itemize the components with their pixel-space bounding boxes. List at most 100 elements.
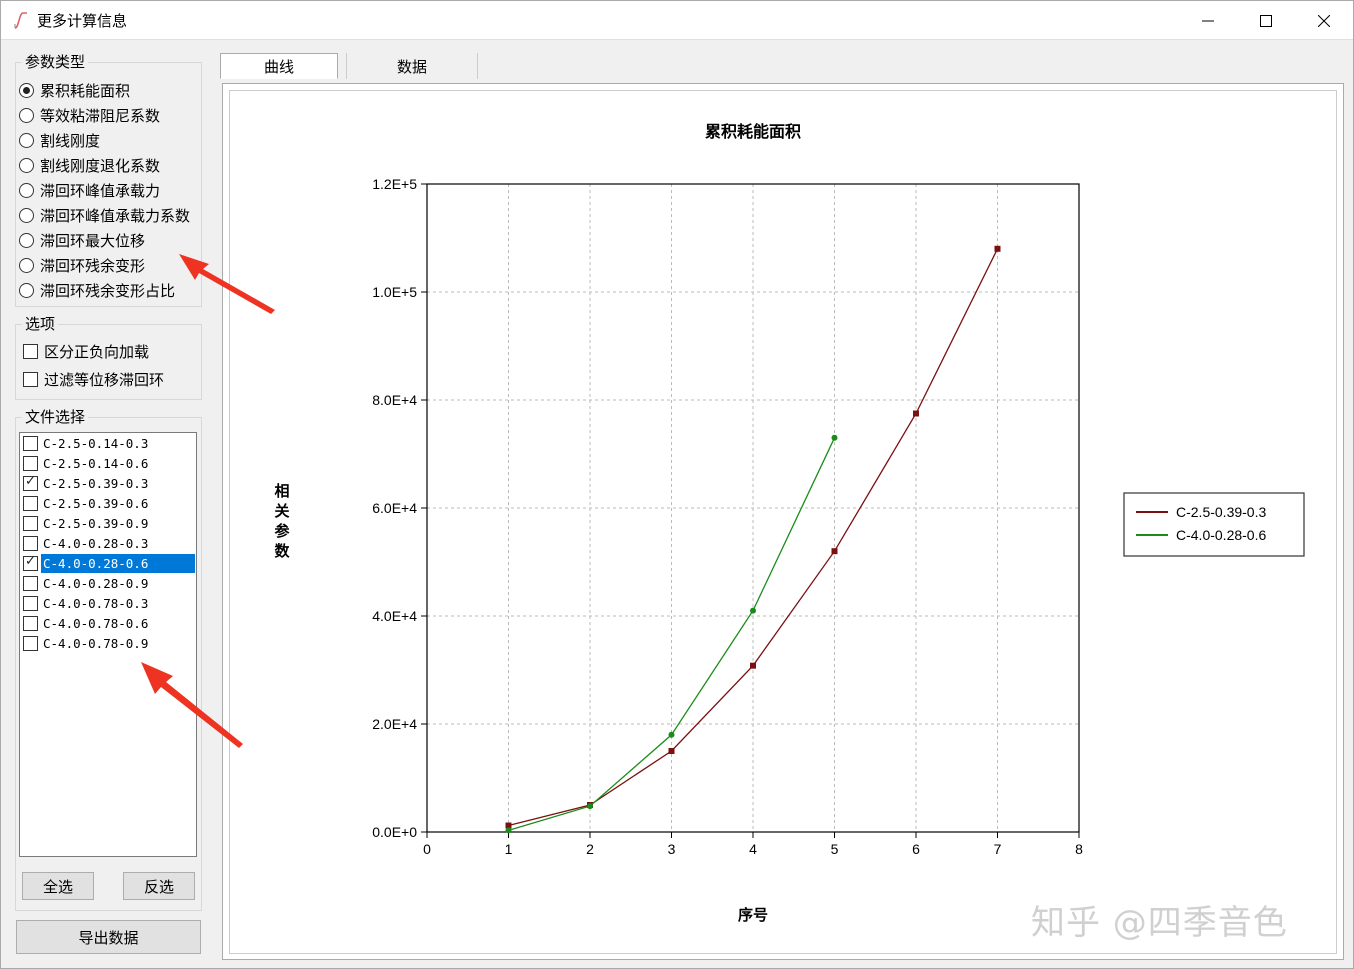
param-option-label: 割线刚度 bbox=[40, 131, 101, 150]
file-item[interactable]: C-4.0-0.28-0.3 bbox=[23, 534, 195, 553]
chart-title: 累积耗能面积 bbox=[705, 122, 801, 141]
y-tick-label: 1.0E+5 bbox=[372, 284, 417, 300]
legend-box bbox=[1123, 492, 1305, 557]
file-item[interactable]: C-4.0-0.28-0.9 bbox=[23, 574, 195, 593]
file-item[interactable]: C-2.5-0.39-0.9 bbox=[23, 514, 195, 533]
file-checkbox[interactable] bbox=[23, 554, 38, 571]
annotation-arrow-1 bbox=[179, 254, 275, 314]
y-axis-label: 相关参数 bbox=[274, 482, 290, 560]
maximize-button[interactable] bbox=[1237, 1, 1295, 40]
radio-button[interactable] bbox=[19, 257, 34, 273]
param-option-label: 滞回环最大位移 bbox=[40, 231, 146, 250]
option-label: 过滤等位移滞回环 bbox=[44, 370, 165, 389]
file-label: C-2.5-0.39-0.6 bbox=[43, 496, 149, 511]
file-label: C-4.0-0.28-0.3 bbox=[43, 536, 149, 551]
file-checkbox[interactable] bbox=[23, 536, 38, 551]
file-label: C-4.0-0.78-0.3 bbox=[43, 596, 149, 611]
y-tick-label: 8.0E+4 bbox=[372, 392, 417, 408]
close-button[interactable] bbox=[1295, 1, 1353, 40]
option-item[interactable]: 过滤等位移滞回环 bbox=[23, 368, 164, 390]
file-item[interactable]: C-2.5-0.39-0.3 bbox=[23, 474, 195, 493]
y-tick-label: 1.2E+5 bbox=[372, 176, 417, 192]
file-label: C-4.0-0.28-0.6 bbox=[41, 554, 195, 573]
file-label: C-4.0-0.78-0.6 bbox=[43, 616, 149, 631]
minimize-icon bbox=[1202, 20, 1214, 21]
x-tick-label: 7 bbox=[994, 841, 1002, 857]
file-item[interactable]: C-2.5-0.14-0.3 bbox=[23, 434, 195, 453]
title-bar: 更多计算信息 bbox=[1, 1, 1353, 40]
radio-button[interactable] bbox=[19, 132, 34, 148]
legend-label: C-2.5-0.39-0.3 bbox=[1176, 504, 1266, 520]
checkbox[interactable] bbox=[23, 343, 38, 359]
data-point bbox=[668, 748, 675, 754]
file-label: C-2.5-0.14-0.6 bbox=[43, 456, 149, 471]
option-item[interactable]: 区分正负向加载 bbox=[23, 340, 149, 362]
file-checkbox[interactable] bbox=[23, 496, 38, 511]
maximize-icon bbox=[1260, 14, 1272, 27]
file-item[interactable]: C-2.5-0.14-0.6 bbox=[23, 454, 195, 473]
data-point bbox=[913, 410, 919, 417]
file-checkbox[interactable] bbox=[23, 436, 38, 451]
file-checkbox[interactable] bbox=[23, 636, 38, 651]
tab-curve[interactable]: 曲线 bbox=[220, 53, 338, 79]
radio-button[interactable] bbox=[19, 232, 34, 248]
param-option[interactable]: 累积耗能面积 bbox=[19, 79, 130, 101]
param-option-label: 滞回环残余变形 bbox=[40, 256, 146, 275]
data-point bbox=[831, 434, 838, 441]
radio-button[interactable] bbox=[19, 182, 34, 198]
y-tick-label: 6.0E+4 bbox=[372, 500, 417, 516]
x-tick-label: 2 bbox=[586, 841, 594, 857]
file-select-title: 文件选择 bbox=[22, 408, 89, 426]
legend-label: C-4.0-0.28-0.6 bbox=[1176, 527, 1266, 543]
minimize-button[interactable] bbox=[1179, 1, 1237, 40]
invert-selection-button[interactable]: 反选 bbox=[123, 872, 195, 900]
radio-button[interactable] bbox=[19, 157, 34, 173]
data-point bbox=[505, 827, 512, 834]
main-window: 更多计算信息 参数类型 累积耗能面积 等效粘滞阻尼系数 割线刚度 割线刚度退化系数 滞回… bbox=[0, 0, 1354, 969]
select-all-button[interactable]: 全选 bbox=[22, 872, 94, 900]
x-tick-label: 5 bbox=[831, 841, 839, 857]
file-checkbox[interactable] bbox=[23, 474, 38, 491]
file-checkbox[interactable] bbox=[23, 576, 38, 591]
x-tick-label: 6 bbox=[912, 841, 920, 857]
tab-data[interactable]: 数据 bbox=[346, 53, 478, 79]
y-tick-label: 2.0E+4 bbox=[372, 716, 417, 732]
file-item[interactable]: C-4.0-0.28-0.6 bbox=[23, 554, 195, 573]
options-title: 选项 bbox=[22, 315, 59, 333]
export-data-button[interactable]: 导出数据 bbox=[16, 920, 201, 954]
param-option[interactable]: 滞回环峰值承载力系数 bbox=[19, 204, 190, 226]
radio-button[interactable] bbox=[19, 107, 34, 123]
file-item[interactable]: C-2.5-0.39-0.6 bbox=[23, 494, 195, 513]
radio-button[interactable] bbox=[19, 207, 34, 223]
param-option[interactable]: 滞回环残余变形占比 bbox=[19, 279, 175, 301]
param-option-label: 滞回环峰值承载力 bbox=[40, 181, 161, 200]
radio-button[interactable] bbox=[19, 82, 34, 98]
file-checkbox[interactable] bbox=[23, 516, 38, 531]
param-option[interactable]: 割线刚度 bbox=[19, 129, 100, 151]
file-item[interactable]: C-4.0-0.78-0.9 bbox=[23, 634, 195, 653]
x-tick-label: 8 bbox=[1075, 841, 1083, 857]
param-option[interactable]: 滞回环残余变形 bbox=[19, 254, 145, 276]
param-option[interactable]: 等效粘滞阻尼系数 bbox=[19, 104, 160, 126]
param-option[interactable]: 滞回环峰值承载力 bbox=[19, 179, 160, 201]
file-checkbox[interactable] bbox=[23, 596, 38, 611]
param-option[interactable]: 割线刚度退化系数 bbox=[19, 154, 160, 176]
x-axis-label: 序号 bbox=[738, 906, 768, 924]
file-list[interactable]: C-2.5-0.14-0.3 C-2.5-0.14-0.6 C-2.5-0.39-0… bbox=[19, 432, 197, 857]
x-tick-label: 3 bbox=[668, 841, 676, 857]
param-option[interactable]: 滞回环最大位移 bbox=[19, 229, 145, 251]
param-option-label: 滞回环峰值承载力系数 bbox=[40, 206, 191, 225]
param-option-label: 累积耗能面积 bbox=[40, 81, 131, 100]
radio-button[interactable] bbox=[19, 282, 34, 298]
file-checkbox[interactable] bbox=[23, 616, 38, 631]
annotation-arrow-2 bbox=[141, 662, 243, 748]
file-checkbox[interactable] bbox=[23, 456, 38, 471]
chart: 0 1 2 3 4 5 6 7 8 0.0E+0 2.0E+4 4.0E+4 6.0E+4 8.0E+4 1… bbox=[274, 122, 1305, 924]
x-tick-label: 1 bbox=[505, 841, 513, 857]
file-label: C-2.5-0.14-0.3 bbox=[43, 436, 149, 451]
app-icon bbox=[14, 12, 27, 29]
file-item[interactable]: C-4.0-0.78-0.3 bbox=[23, 594, 195, 613]
file-item[interactable]: C-4.0-0.78-0.6 bbox=[23, 614, 195, 633]
watermark: 知乎 @四季音色 bbox=[1031, 903, 1288, 943]
checkbox[interactable] bbox=[23, 371, 38, 387]
